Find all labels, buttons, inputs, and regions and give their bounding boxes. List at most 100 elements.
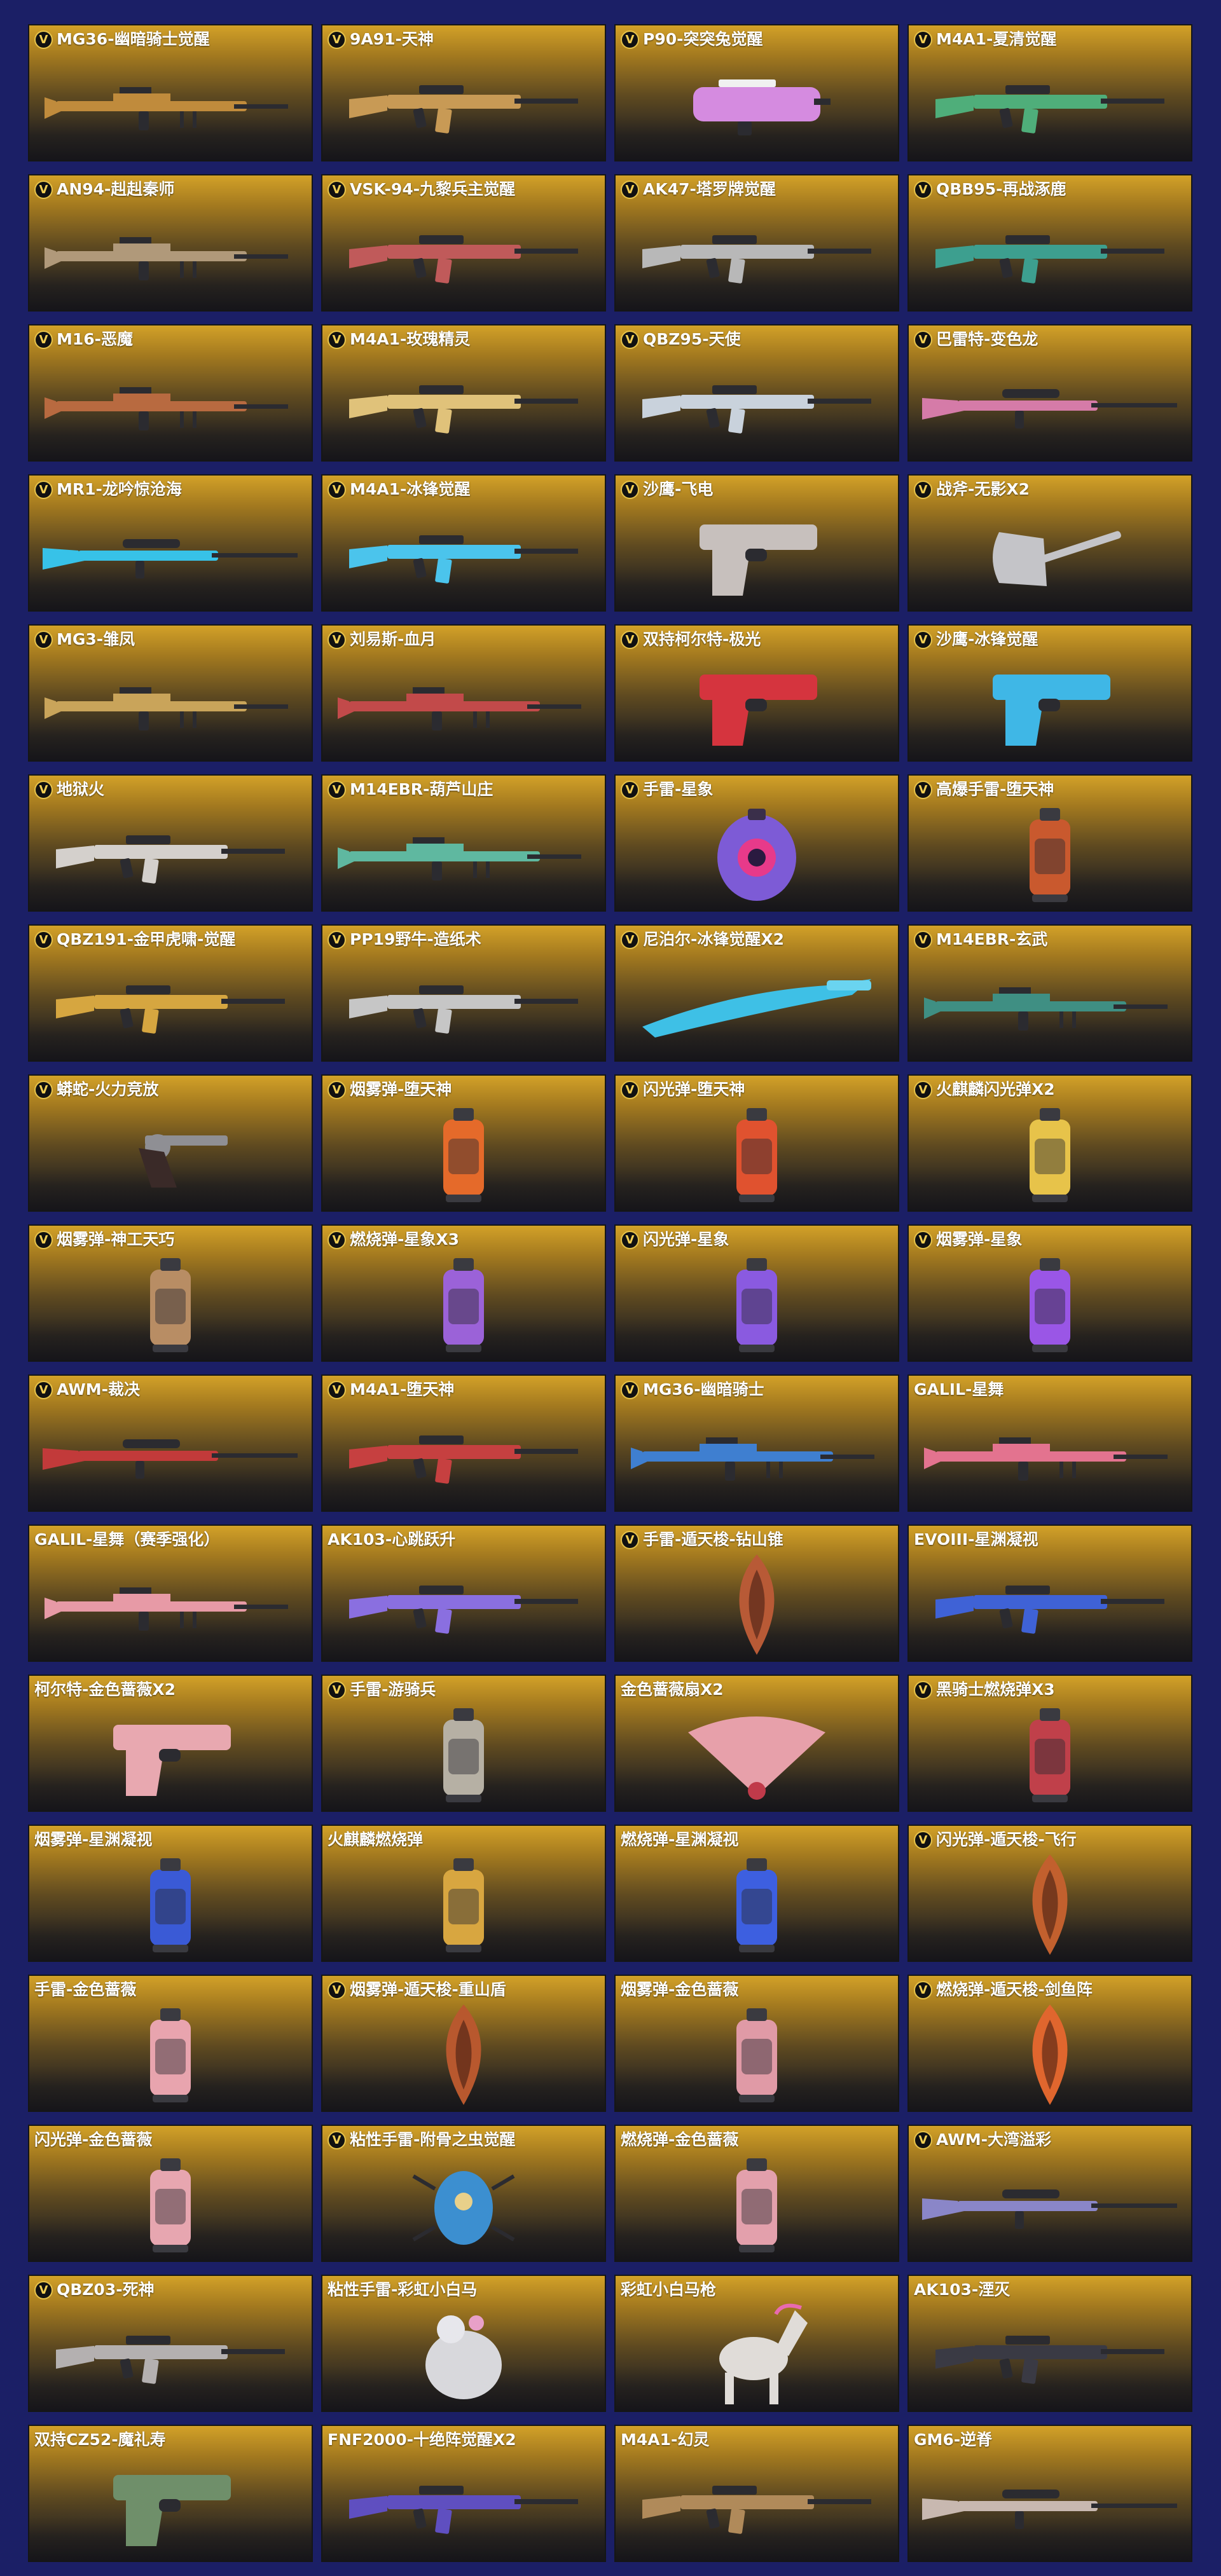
item-card[interactable]: V 火麒麟闪光弹X2 [907, 1074, 1192, 1212]
item-card[interactable]: V MG3-雏凤 [28, 624, 313, 762]
item-card[interactable]: V 烟雾弹-遁天梭-重山盾 [321, 1975, 606, 2112]
item-card[interactable]: V 双持柯尔特-极光 [614, 624, 899, 762]
canister-icon [616, 2153, 898, 2257]
item-card[interactable]: V M14EBR-玄武 [907, 924, 1192, 1062]
item-card[interactable]: 粘性手雷-彩虹小白马 [321, 2275, 606, 2412]
canister-icon [616, 1102, 898, 1207]
v-badge-icon: V [34, 1380, 53, 1399]
item-card[interactable]: V M4A1-冰锋觉醒 [321, 474, 606, 612]
item-card[interactable]: 金色蔷薇扇X2 [614, 1675, 899, 1812]
item-card[interactable]: V M4A1-堕天神 [321, 1374, 606, 1512]
long-gun-icon [322, 802, 605, 907]
item-name: MG36-幽暗骑士觉醒 [57, 30, 210, 48]
item-card[interactable]: 手雷-金色蔷薇 [28, 1975, 313, 2112]
rifle-icon [616, 352, 898, 456]
item-card[interactable]: V 尼泊尔-冰锋觉醒X2 [614, 924, 899, 1062]
item-card[interactable]: 烟雾弹-星渊凝视 [28, 1825, 313, 1962]
v-badge-icon: V [914, 1980, 932, 1999]
item-name: 烟雾弹-堕天神 [350, 1080, 452, 1099]
item-name: 沙鹰-冰锋觉醒 [936, 630, 1038, 648]
item-card[interactable]: V M16-恶魔 [28, 324, 313, 462]
item-card[interactable]: FNF2000-十绝阵觉醒X2 [321, 2425, 606, 2562]
item-name: P90-突突兔觉醒 [643, 30, 763, 48]
item-title: V MG36-幽暗骑士觉醒 [34, 30, 307, 49]
item-title: FNF2000-十绝阵觉醒X2 [328, 2430, 600, 2449]
item-card[interactable]: AK103-湮灭 [907, 2275, 1192, 2412]
item-card[interactable]: V MR1-龙吟惊沧海 [28, 474, 313, 612]
item-card[interactable]: V QBZ95-天使 [614, 324, 899, 462]
item-card[interactable]: V PP19野牛-造纸术 [321, 924, 606, 1062]
item-card[interactable]: V 手雷-游骑兵 [321, 1675, 606, 1812]
item-card[interactable]: V 烟雾弹-堕天神 [321, 1074, 606, 1212]
rifle-icon [322, 352, 605, 456]
item-card[interactable]: V QBB95-再战涿鹿 [907, 174, 1192, 312]
item-card[interactable]: V AK47-塔罗牌觉醒 [614, 174, 899, 312]
item-card[interactable]: 彩虹小白马枪 [614, 2275, 899, 2412]
item-card[interactable]: GALIL-星舞（赛季强化） [28, 1524, 313, 1662]
item-card[interactable]: V 闪光弹-堕天神 [614, 1074, 899, 1212]
item-card[interactable]: V AN94-赳赳秦师 [28, 174, 313, 312]
item-card[interactable]: V 燃烧弹-星象X3 [321, 1224, 606, 1362]
item-name: 粘性手雷-彩虹小白马 [328, 2280, 478, 2299]
item-card[interactable]: V M4A1-夏清觉醒 [907, 24, 1192, 161]
item-title: V 闪光弹-遁天梭-飞行 [914, 1830, 1186, 1849]
item-card[interactable]: V MG36-幽暗骑士 [614, 1374, 899, 1512]
item-card[interactable]: AK103-心跳跃升 [321, 1524, 606, 1662]
item-card[interactable]: 燃烧弹-星渊凝视 [614, 1825, 899, 1962]
rifle-icon [616, 202, 898, 306]
item-name: 地狱火 [57, 780, 105, 798]
item-title: V 烟雾弹-神工天巧 [34, 1230, 307, 1249]
item-card[interactable]: V 闪光弹-星象 [614, 1224, 899, 1362]
item-card[interactable]: V 黑骑士燃烧弹X3 [907, 1675, 1192, 1812]
long-gun-icon [29, 202, 312, 306]
item-card[interactable]: 烟雾弹-金色蔷薇 [614, 1975, 899, 2112]
item-card[interactable]: V VSK-94-九黎兵主觉醒 [321, 174, 606, 312]
item-card[interactable]: V MG36-幽暗骑士觉醒 [28, 24, 313, 161]
item-card[interactable]: V 沙鹰-飞电 [614, 474, 899, 612]
item-card[interactable]: V 高爆手雷-堕天神 [907, 774, 1192, 912]
item-card[interactable]: V 9A91-天神 [321, 24, 606, 161]
item-card[interactable]: V 手雷-星象 [614, 774, 899, 912]
item-title: V 闪光弹-堕天神 [621, 1080, 893, 1099]
item-card[interactable]: V 粘性手雷-附骨之虫觉醒 [321, 2125, 606, 2262]
item-card[interactable]: 双持CZ52-魔礼寿 [28, 2425, 313, 2562]
item-card[interactable]: 闪光弹-金色蔷薇 [28, 2125, 313, 2262]
item-card[interactable]: V 地狱火 [28, 774, 313, 912]
item-card[interactable]: V 沙鹰-冰锋觉醒 [907, 624, 1192, 762]
item-card[interactable]: V M4A1-玫瑰精灵 [321, 324, 606, 462]
v-badge-icon: V [34, 780, 53, 799]
item-card[interactable]: EVOIII-星渊凝视 [907, 1524, 1192, 1662]
canister-icon [909, 1252, 1191, 1357]
item-title: V MG3-雏凤 [34, 630, 307, 649]
item-card[interactable]: V 手雷-遁天梭-钻山锥 [614, 1524, 899, 1662]
item-card[interactable]: V 战斧-无影X2 [907, 474, 1192, 612]
item-name: 蟒蛇-火力竞放 [57, 1080, 159, 1099]
item-title: V 燃烧弹-星象X3 [328, 1230, 600, 1249]
item-name: 闪光弹-星象 [643, 1230, 729, 1249]
item-card[interactable]: V 刘易斯-血月 [321, 624, 606, 762]
item-title: V 烟雾弹-星象 [914, 1230, 1186, 1249]
item-card[interactable]: V AWM-裁决 [28, 1374, 313, 1512]
item-card[interactable]: V 烟雾弹-星象 [907, 1224, 1192, 1362]
pistol-icon [909, 652, 1191, 757]
item-name: M4A1-玫瑰精灵 [350, 330, 471, 348]
item-card[interactable]: V 巴雷特-变色龙 [907, 324, 1192, 462]
v-badge-icon: V [328, 630, 346, 649]
blob-icon [322, 2303, 605, 2407]
item-card[interactable]: V 燃烧弹-遁天梭-剑鱼阵 [907, 1975, 1192, 2112]
item-card[interactable]: 火麒麟燃烧弹 [321, 1825, 606, 1962]
item-card[interactable]: V P90-突突兔觉醒 [614, 24, 899, 161]
item-card[interactable]: 燃烧弹-金色蔷薇 [614, 2125, 899, 2262]
item-card[interactable]: V QBZ03-死神 [28, 2275, 313, 2412]
item-card[interactable]: V 闪光弹-遁天梭-飞行 [907, 1825, 1192, 1962]
item-card[interactable]: GM6-逆脊 [907, 2425, 1192, 2562]
item-card[interactable]: M4A1-幻灵 [614, 2425, 899, 2562]
item-card[interactable]: 柯尔特-金色蔷薇X2 [28, 1675, 313, 1812]
item-card[interactable]: GALIL-星舞 [907, 1374, 1192, 1512]
item-card[interactable]: V 蟒蛇-火力竞放 [28, 1074, 313, 1212]
item-card[interactable]: V AWM-大湾溢彩 [907, 2125, 1192, 2262]
item-card[interactable]: V 烟雾弹-神工天巧 [28, 1224, 313, 1362]
item-card[interactable]: V QBZ191-金甲虎啸-觉醒 [28, 924, 313, 1062]
canister-icon [29, 1252, 312, 1357]
item-card[interactable]: V M14EBR-葫芦山庄 [321, 774, 606, 912]
